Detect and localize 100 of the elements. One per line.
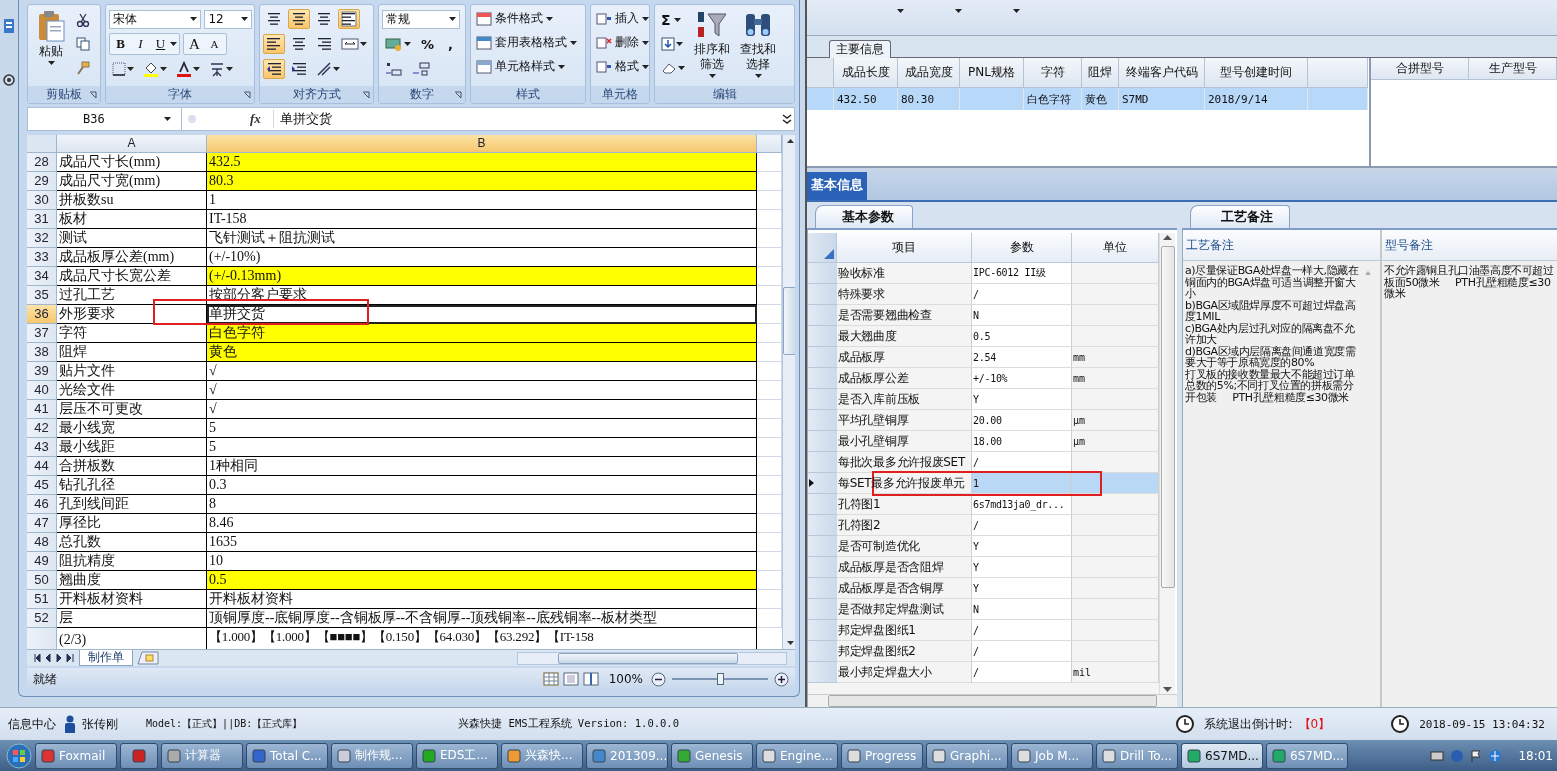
table-cell[interactable]: 20.00 (972, 410, 1072, 431)
keyboard-icon[interactable] (1430, 749, 1445, 762)
table-cell[interactable]: / (972, 515, 1072, 536)
dialog-launcher-icon[interactable] (89, 91, 98, 100)
table-cell[interactable] (960, 88, 1024, 110)
zoom-in-icon[interactable] (774, 671, 789, 687)
table-cell[interactable]: 432.50 (834, 88, 898, 110)
ribbon-menu-button[interactable]: 套用表格格式 (473, 32, 582, 53)
wrap-text-button[interactable] (338, 9, 361, 29)
taskbar-button[interactable] (120, 742, 158, 769)
ribbon-menu-button[interactable]: 格式 (594, 56, 651, 77)
table-cell[interactable]: 开料板材资料 (207, 589, 757, 609)
column-header[interactable]: 型号备注 (1382, 230, 1557, 261)
column-header[interactable]: A (57, 134, 207, 153)
network-icon[interactable] (1488, 748, 1503, 763)
caret-icon[interactable] (897, 9, 904, 13)
select-all-corner[interactable] (27, 134, 57, 153)
scrollbar-thumb[interactable] (1160, 246, 1175, 588)
column-header[interactable]: 项目 (837, 233, 972, 263)
table-cell[interactable]: 0.3 (207, 475, 757, 495)
table-cell[interactable]: 18.00 (972, 431, 1072, 452)
table-cell[interactable]: S7MD (1119, 88, 1205, 110)
copy-button[interactable] (73, 34, 93, 54)
comma-button[interactable]: , (440, 35, 461, 53)
sort-filter-button[interactable]: 排序和 筛选 (690, 8, 734, 87)
table-cell[interactable]: 单拼交货 (207, 304, 757, 324)
clock[interactable]: 18:01 (1518, 748, 1553, 763)
toolbar-icon[interactable] (3, 74, 15, 86)
horizontal-scrollbar[interactable] (808, 694, 1177, 707)
caret-icon[interactable] (955, 9, 962, 13)
table-cell[interactable]: 黄色 (1082, 88, 1119, 110)
align-middle-button[interactable] (288, 9, 311, 29)
column-header[interactable]: 参数 (972, 233, 1072, 263)
table-cell[interactable]: 1635 (207, 532, 757, 552)
find-select-button[interactable]: 查找和 选择 (736, 8, 780, 87)
table-cell[interactable]: IT-158 (207, 209, 757, 229)
table-cell[interactable]: 5 (207, 418, 757, 438)
dialog-launcher-icon[interactable] (243, 91, 252, 100)
table-cell[interactable]: 5 (207, 437, 757, 457)
table-cell[interactable]: N (972, 305, 1072, 326)
ribbon-menu-button[interactable]: 单元格样式 (473, 56, 582, 77)
normal-view-icon[interactable] (542, 672, 559, 687)
caret-icon[interactable] (170, 42, 178, 46)
table-cell[interactable]: 80.30 (898, 88, 960, 110)
table-cell[interactable]: / (972, 284, 1072, 305)
column-header[interactable]: PNL规格 (960, 58, 1024, 88)
paste-button[interactable]: 粘贴 (31, 8, 71, 87)
table-cell[interactable]: 0.5 (972, 326, 1072, 347)
scrollbar-thumb[interactable] (558, 652, 738, 664)
zoom-out-icon[interactable] (651, 671, 666, 687)
align-left-button[interactable] (263, 34, 286, 54)
table-cell[interactable]: √ (207, 399, 757, 419)
function-button[interactable]: fx (250, 111, 261, 127)
italic-button[interactable]: I (130, 35, 151, 53)
scrollbar-thumb[interactable] (828, 695, 1157, 707)
note-text[interactable]: a)尽量保证BGA处焊盘一样大,隐藏在铜面内的BGA焊盘可适当调整开窗大小 b)BGA区域阻焊厚度不可超过焊盘高度1MIL c)BGA处内层过孔对应的隔离盘不允许加大 d)BGA区域内层隔离盘间通道宽度需要大于等于原稿宽度的80% 打叉板的接收数量最大不能超过订单总数的5%;不同打叉位置的拼板需分开包装 PTH孔壁粗糙度≤30微米 (1183, 261, 1363, 707)
taskbar-button[interactable]: 6S7MD... (1181, 742, 1263, 769)
table-cell[interactable]: Y (972, 389, 1072, 410)
table-cell[interactable]: 顶铜厚度--底铜厚度--含铜板厚--不含铜厚--顶残铜率--底残铜率--板材类型 (207, 608, 757, 628)
column-header[interactable]: 合拼型号 (1371, 58, 1469, 80)
column-header[interactable]: 工艺备注 (1183, 230, 1380, 261)
table-cell[interactable]: / (972, 641, 1072, 662)
start-button-icon[interactable] (6, 742, 32, 769)
table-cell[interactable]: √ (207, 380, 757, 400)
help-icon[interactable] (1450, 748, 1465, 763)
table-cell[interactable]: / (972, 620, 1072, 641)
table-cell[interactable]: IPC-6012 II级 (972, 263, 1072, 284)
select-all-icon[interactable] (824, 249, 834, 259)
expand-icon[interactable] (782, 113, 792, 125)
table-cell[interactable]: Y (972, 578, 1072, 599)
panel-tab[interactable]: 基本参数 (815, 205, 913, 228)
autosum-button[interactable]: Σ (658, 10, 688, 30)
number-format-dropdown[interactable]: 常规 (382, 9, 461, 29)
column-header[interactable]: 生产型号 (1469, 58, 1557, 80)
select-all-corner[interactable] (807, 58, 834, 88)
zoom-slider-thumb[interactable] (717, 673, 724, 686)
section-tab[interactable]: 基本信息 (807, 172, 867, 200)
dialog-launcher-icon[interactable] (453, 91, 462, 100)
name-box[interactable]: B36 (28, 108, 182, 130)
column-header[interactable]: 字符 (1024, 58, 1082, 88)
font-size-dropdown[interactable]: 12 (204, 9, 253, 29)
table-cell[interactable] (1308, 88, 1368, 110)
page-break-icon[interactable] (582, 672, 599, 687)
decrease-indent-button[interactable] (263, 59, 286, 79)
scrollbar-thumb[interactable] (783, 286, 795, 355)
shrink-font-button[interactable]: A (204, 35, 225, 53)
table-cell[interactable]: 8.46 (207, 513, 757, 533)
flag-icon[interactable] (1470, 749, 1483, 762)
toolbar-icon[interactable] (3, 18, 15, 34)
page-layout-icon[interactable] (562, 672, 579, 687)
table-cell[interactable]: √ (207, 361, 757, 381)
row-header[interactable] (808, 473, 837, 494)
grow-font-button[interactable]: A (184, 35, 205, 53)
column-header[interactable]: B (207, 134, 757, 153)
table-cell[interactable]: Y (972, 536, 1072, 557)
table-cell[interactable]: 1 (207, 190, 757, 210)
table-cell[interactable]: / (972, 452, 1072, 473)
table-cell[interactable]: 1 (972, 473, 1072, 494)
tab-scroll-icon[interactable] (65, 652, 77, 665)
font-name-dropdown[interactable]: 宋体 (109, 9, 202, 29)
